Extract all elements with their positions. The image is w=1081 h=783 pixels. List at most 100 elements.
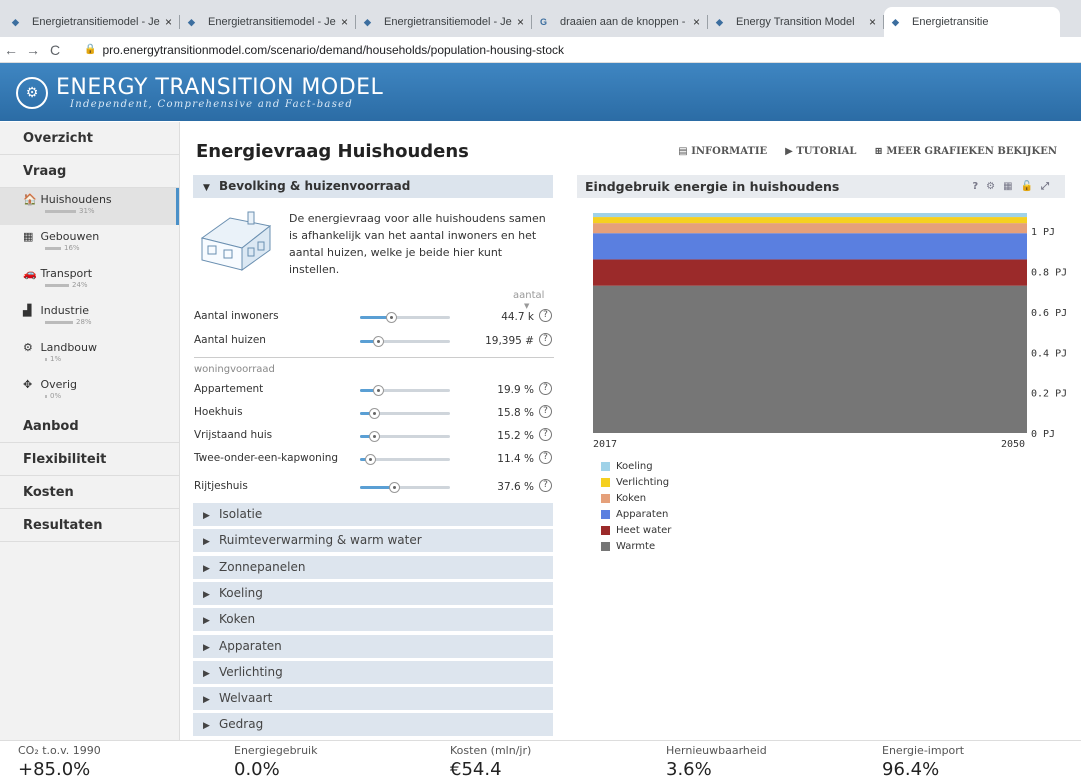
help-icon[interactable]: ? <box>539 451 552 464</box>
help-icon[interactable]: ? <box>539 309 552 322</box>
area-apparaten[interactable] <box>593 233 1027 260</box>
slider-track[interactable] <box>360 482 450 493</box>
slider-handle[interactable] <box>386 312 397 323</box>
accordion-koken[interactable]: ▶ Koken <box>193 608 553 632</box>
slider-track[interactable] <box>360 431 450 442</box>
legend-item[interactable]: Koeling <box>601 458 671 474</box>
building-icon: ▦ <box>23 230 34 243</box>
area-verlichting[interactable] <box>593 217 1027 224</box>
tutorial-link[interactable]: ▶ TUTORIAL <box>785 146 856 157</box>
more-charts-link[interactable]: ⊞ MEER GRAFIEKEN BEKIJKEN <box>874 146 1057 157</box>
legend-item[interactable]: Apparaten <box>601 506 671 522</box>
slider-track[interactable] <box>360 408 450 419</box>
area-warmte[interactable] <box>593 285 1027 433</box>
kpi-1[interactable]: Energiegebruik 0.0% <box>216 741 432 783</box>
slider-track[interactable] <box>360 336 450 347</box>
slider-track[interactable] <box>360 454 450 465</box>
legend-item[interactable]: Heet water <box>601 522 671 538</box>
url-field[interactable]: pro.energytransitionmodel.com/scenario/d… <box>102 43 564 57</box>
sidebar-section-flexibiliteit[interactable]: Flexibiliteit <box>0 443 179 476</box>
slider-handle[interactable] <box>369 408 380 419</box>
kpi-3[interactable]: Hernieuwbaarheid 3.6% <box>648 741 864 783</box>
browser-tab[interactable]: ◆ Energietransitie <box>884 7 1060 37</box>
area-koken[interactable] <box>593 223 1027 234</box>
kpi-4[interactable]: Energie-import 96.4% <box>864 741 1080 783</box>
slider-handle[interactable] <box>369 431 380 442</box>
browser-tab[interactable]: Gdraaien aan de knoppen - Googl × <box>532 7 708 37</box>
sidebar-section-resultaten[interactable]: Resultaten <box>0 509 179 542</box>
legend-swatch <box>601 477 610 487</box>
slider-handle[interactable] <box>365 454 376 465</box>
close-icon[interactable]: × <box>517 15 524 29</box>
close-icon[interactable]: × <box>165 15 172 29</box>
accordion-apparaten[interactable]: ▶ Apparaten <box>193 634 553 658</box>
slider-handle[interactable] <box>373 336 384 347</box>
help-icon[interactable]: ? <box>539 405 552 418</box>
slider-value[interactable]: 37.6 % <box>497 481 534 493</box>
accordion-zonnepanelen[interactable]: ▶ Zonnepanelen <box>193 555 553 579</box>
sidebar-section-aanbod[interactable]: Aanbod <box>0 410 179 443</box>
settings-icon[interactable]: ⚙ <box>986 181 1003 192</box>
area-koeling[interactable] <box>593 213 1027 218</box>
reload-icon[interactable]: C <box>44 42 66 58</box>
accordion-bevolking[interactable]: ▼ Bevolking & huizenvoorraad <box>193 175 553 198</box>
slider-value[interactable]: 15.8 % <box>497 407 534 419</box>
accordion-gedrag[interactable]: ▶ Gedrag <box>193 713 553 737</box>
slider-value[interactable]: 19,395 # <box>485 335 534 347</box>
browser-tab[interactable]: ◆ Energietransitiemodel - Je eigen × <box>180 7 356 37</box>
legend-item[interactable]: Verlichting <box>601 474 671 490</box>
expand-icon[interactable]: ⤢ <box>1041 181 1057 192</box>
chart-legend: Koeling Verlichting Koken Apparaten Heet wat… <box>601 458 671 554</box>
sidebar-section-overzicht[interactable]: Overzicht <box>0 122 179 155</box>
accordion-label: Welvaart <box>219 691 273 706</box>
slider-value[interactable]: 19.9 % <box>497 384 534 396</box>
browser-tab[interactable]: ◆ Energietransitiemodel - Je eigen × <box>356 7 532 37</box>
close-icon[interactable]: × <box>341 15 348 29</box>
accordion-koeling[interactable]: ▶ Koeling <box>193 581 553 605</box>
help-icon[interactable]: ? <box>972 181 986 192</box>
accordion-verlichting[interactable]: ▶ Verlichting <box>193 660 553 684</box>
sidebar-item-industrie[interactable]: ▟ Industrie 28% <box>0 299 179 336</box>
legend-label: Apparaten <box>616 508 669 520</box>
slider-handle[interactable] <box>389 482 400 493</box>
slider-value[interactable]: 15.2 % <box>497 430 534 442</box>
browser-tab[interactable]: ◆ Energietransitiemodel - Je eigen × <box>4 7 180 37</box>
slider-track[interactable] <box>360 385 450 396</box>
table-icon[interactable]: ▦ <box>1003 181 1020 192</box>
sidebar-item-label: Industrie <box>40 304 90 317</box>
area-heet-water[interactable] <box>593 259 1027 286</box>
legend-item[interactable]: Warmte <box>601 538 671 554</box>
sidebar-item-gebouwen[interactable]: ▦ Gebouwen 16% <box>0 225 179 262</box>
accordion-welvaart[interactable]: ▶ Welvaart <box>193 687 553 711</box>
slider-track[interactable] <box>360 312 450 323</box>
accordion-ruimteverwarming-warm-water[interactable]: ▶ Ruimteverwarming & warm water <box>193 529 553 553</box>
browser-tab[interactable]: ◆ Energy Transition Model × <box>708 7 884 37</box>
sidebar-item-landbouw[interactable]: ⚙ Landbouw 1% <box>0 336 179 373</box>
help-icon[interactable]: ? <box>539 479 552 492</box>
close-icon[interactable]: × <box>693 15 700 29</box>
back-icon[interactable]: ← <box>0 42 22 58</box>
lock-chart-icon[interactable]: 🔓 <box>1021 181 1041 192</box>
informatie-link[interactable]: ▤ INFORMATIE <box>678 146 767 157</box>
slider-value[interactable]: 44.7 k <box>501 311 534 323</box>
forward-icon[interactable]: → <box>22 42 44 58</box>
sidebar-section-kosten[interactable]: Kosten <box>0 476 179 509</box>
kpi-2[interactable]: Kosten (mln/jr) €54.4 <box>432 741 648 783</box>
legend-item[interactable]: Koken <box>601 490 671 506</box>
brand-name[interactable]: ENERGY TRANSITION MODEL <box>56 75 383 100</box>
sidebar-item-overig[interactable]: ✥ Overig 0% <box>0 373 179 410</box>
help-icon[interactable]: ? <box>539 428 552 441</box>
close-icon[interactable]: × <box>869 15 876 29</box>
logo-icon[interactable]: ⚙ <box>16 77 48 109</box>
kpi-value: 3.6% <box>666 759 712 780</box>
sidebar-item-transport[interactable]: 🚗 Transport 24% <box>0 262 179 299</box>
kpi-0[interactable]: CO₂ t.o.v. 1990 +85.0% <box>0 741 216 783</box>
slider-value[interactable]: 11.4 % <box>497 453 534 465</box>
sidebar-section-vraag[interactable]: Vraag <box>0 155 179 188</box>
slider-handle[interactable] <box>373 385 384 396</box>
accordion-isolatie[interactable]: ▶ Isolatie <box>193 503 553 526</box>
help-icon[interactable]: ? <box>539 382 552 395</box>
help-icon[interactable]: ? <box>539 333 552 346</box>
sidebar-item-label: Landbouw <box>40 341 98 354</box>
sidebar-item-huishoudens[interactable]: 🏠 Huishoudens 31% <box>0 188 179 225</box>
